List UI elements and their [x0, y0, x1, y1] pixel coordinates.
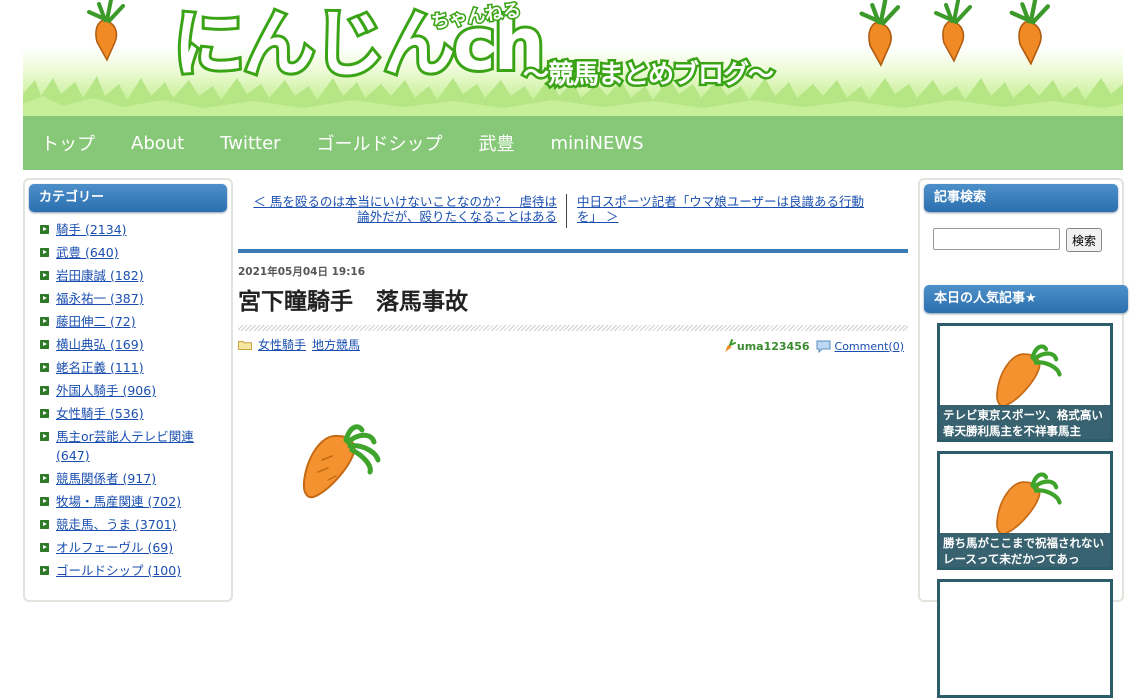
category-link[interactable]: 横山典弘 (169)	[56, 337, 144, 352]
folder-icon	[238, 340, 252, 350]
category-item: 競走馬、うま (3701)	[39, 515, 231, 534]
tag-link[interactable]: 地方競馬	[312, 336, 360, 353]
category-link[interactable]: 騎手 (2134)	[56, 222, 127, 237]
comment-link[interactable]: Comment(0)	[835, 340, 904, 353]
popular-article-caption: 勝ち馬がここまで祝福されないレースって未だかつてあっ	[940, 533, 1110, 567]
category-heading: カテゴリー	[29, 184, 227, 212]
category-item: 牧場・馬産関連 (702)	[39, 492, 231, 511]
post-title: 宮下瞳騎手 落馬事故	[238, 289, 468, 315]
nav-item-twitter[interactable]: Twitter	[220, 133, 280, 154]
category-link[interactable]: 武豊 (640)	[56, 245, 119, 260]
carrot-icon	[1009, 0, 1051, 66]
category-link[interactable]: 競馬関係者 (917)	[56, 471, 156, 486]
category-link[interactable]: 外国人騎手 (906)	[56, 383, 156, 398]
category-item: 競馬関係者 (917)	[39, 469, 231, 488]
category-item: 女性騎手 (536)	[39, 404, 231, 423]
prev-next-divider	[566, 194, 567, 228]
tag-link[interactable]: 女性騎手	[258, 336, 306, 353]
carrot-icon	[859, 0, 901, 67]
popular-heading: 本日の人気記事★	[924, 285, 1128, 313]
category-item: 福永祐一 (387)	[39, 289, 231, 308]
article-top-rule	[238, 249, 908, 253]
nav-item-top[interactable]: トップ	[41, 130, 95, 156]
category-item: 外国人騎手 (906)	[39, 381, 231, 400]
title-underline	[238, 325, 908, 331]
category-item: 蛯名正義 (111)	[39, 358, 231, 377]
author-carrot-icon	[724, 339, 736, 352]
post-date: 2021年05月04日 19:16	[238, 266, 366, 278]
nav-item-about[interactable]: About	[131, 133, 184, 154]
prev-article-link[interactable]: ＜ 馬を殴るのは本当にいけないことなのか？ 虐待は論外だが、殴りたくなることはあ…	[252, 194, 557, 224]
category-list: 騎手 (2134) 武豊 (640) 岩田康誠 (182) 福永祐一 (387)…	[25, 220, 231, 580]
post-meta: uma123456 Comment(0)	[723, 339, 904, 353]
search-input[interactable]	[933, 228, 1060, 250]
nav-item-mininews[interactable]: miniNEWS	[551, 133, 644, 154]
category-item: 藤田伸二 (72)	[39, 312, 231, 331]
popular-article-card[interactable]	[937, 579, 1113, 698]
comment-bubble-icon	[816, 340, 831, 353]
popular-article-caption: テレビ東京スポーツ、格式高い春天勝利馬主を不祥事馬主	[940, 405, 1110, 439]
carrot-icon	[934, 0, 972, 63]
search-heading: 記事検索	[924, 184, 1118, 212]
nav-item-take-yutaka[interactable]: 武豊	[479, 130, 515, 156]
category-link[interactable]: 馬主or芸能人テレビ関連 (647)	[56, 429, 194, 463]
next-article-link[interactable]: 中日スポーツ記者「ウマ娘ユーザーは良識ある行動を」 ＞	[577, 194, 877, 224]
search-button[interactable]: 検索	[1066, 228, 1103, 252]
nav-item-goldship[interactable]: ゴールドシップ	[317, 130, 443, 156]
left-sidebar: カテゴリー 騎手 (2134) 武豊 (640) 岩田康誠 (182) 福永祐一…	[23, 178, 233, 602]
carrot-icon	[87, 0, 125, 62]
category-link[interactable]: 牧場・馬産関連 (702)	[56, 494, 181, 509]
carrot-icon	[996, 472, 1062, 535]
category-link[interactable]: 女性騎手 (536)	[56, 406, 144, 421]
logo-subtitle: ～競馬まとめブログ～	[523, 60, 774, 90]
category-item: 岩田康誠 (182)	[39, 266, 231, 285]
right-sidebar: 記事検索 検索 本日の人気記事★ テレビ東京スポーツ、格式高い春天勝利馬主を不祥…	[918, 178, 1128, 698]
popular-article-card[interactable]: テレビ東京スポーツ、格式高い春天勝利馬主を不祥事馬主	[937, 323, 1113, 442]
category-item: オルフェーヴル (69)	[39, 538, 231, 557]
post-author[interactable]: uma123456	[737, 340, 810, 353]
category-link[interactable]: 岩田康誠 (182)	[56, 268, 144, 283]
category-item: ゴールドシップ (100)	[39, 561, 231, 580]
category-link[interactable]: 藤田伸二 (72)	[56, 314, 136, 329]
category-item: 横山典弘 (169)	[39, 335, 231, 354]
search-form: 検索	[933, 228, 1103, 252]
site-banner[interactable]: にんじんch にんじんch ちゃんねる ちゃんねる ～競馬まとめブログ～ ～競馬…	[23, 0, 1123, 116]
category-link[interactable]: ゴールドシップ (100)	[56, 563, 181, 578]
category-item: 馬主or芸能人テレビ関連 (647)	[39, 427, 231, 465]
carrot-icon	[996, 344, 1062, 407]
category-item: 騎手 (2134)	[39, 220, 231, 239]
category-link[interactable]: 競走馬、うま (3701)	[56, 517, 177, 532]
post-tags: 女性騎手 地方競馬	[238, 336, 366, 353]
category-link[interactable]: オルフェーヴル (69)	[56, 540, 173, 555]
category-link[interactable]: 福永祐一 (387)	[56, 291, 144, 306]
popular-article-card[interactable]: 勝ち馬がここまで祝福されないレースって未だかつてあっ	[937, 451, 1113, 570]
article-area: ＜ 馬を殴るのは本当にいけないことなのか？ 虐待は論外だが、殴りたくなることはあ…	[238, 178, 910, 588]
category-link[interactable]: 蛯名正義 (111)	[56, 360, 144, 375]
main-nav: トップ About Twitter ゴールドシップ 武豊 miniNEWS	[23, 116, 1123, 170]
category-item: 武豊 (640)	[39, 243, 231, 262]
carrot-icon	[302, 424, 381, 499]
prev-next-nav: ＜ 馬を殴るのは本当にいけないことなのか？ 虐待は論外だが、殴りたくなることはあ…	[238, 194, 910, 228]
